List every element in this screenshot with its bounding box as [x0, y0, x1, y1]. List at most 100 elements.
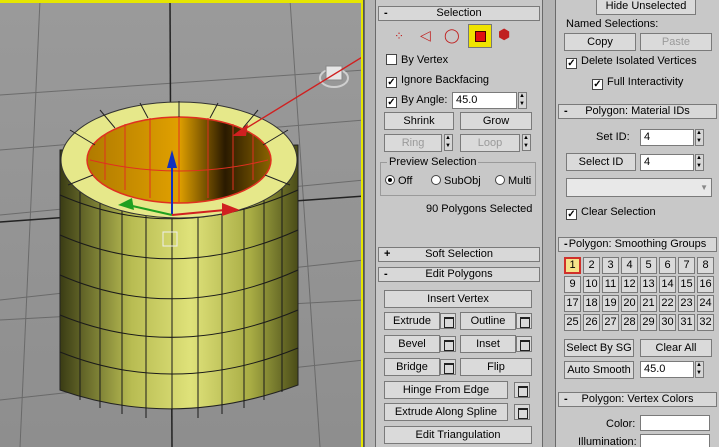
edit-triangulation-button[interactable]: Edit Triangulation [384, 426, 532, 444]
extrude-button[interactable]: Extrude [384, 312, 440, 330]
smoothing-group-button[interactable]: 3 [602, 257, 619, 274]
rollout-title: Polygon: Vertex Colors [581, 393, 694, 405]
by-angle-field[interactable]: 45.0 [452, 92, 517, 109]
rollout-material-ids-header[interactable]: - Polygon: Material IDs [558, 104, 717, 119]
insert-vertex-button[interactable]: Insert Vertex [384, 290, 532, 308]
rollout-vertex-colors-header[interactable]: - Polygon: Vertex Colors [558, 392, 717, 407]
clear-selection-checkbox[interactable]: ✓ Clear Selection [566, 206, 656, 220]
extrude-spline-settings-button[interactable] [514, 404, 530, 420]
smoothing-group-button[interactable]: 21 [640, 295, 657, 312]
command-panel-right-column: Hide Unselected Named Selections: Copy P… [556, 0, 719, 447]
color-swatch[interactable] [640, 415, 710, 431]
smoothing-group-button[interactable]: 27 [602, 314, 619, 331]
bridge-settings-button[interactable] [440, 359, 456, 375]
command-panel-scrollbar[interactable] [364, 0, 376, 447]
smoothing-group-button[interactable]: 26 [583, 314, 600, 331]
by-angle-spinner[interactable] [518, 92, 527, 109]
smoothing-group-button[interactable]: 14 [659, 276, 676, 293]
rollout-edit-polygons-header[interactable]: - Edit Polygons [378, 267, 540, 282]
smoothing-group-button[interactable]: 7 [678, 257, 695, 274]
preview-selection-group: Preview Selection Off SubObj Multi [380, 156, 536, 196]
ring-button[interactable]: Ring [384, 134, 442, 152]
clear-all-button[interactable]: Clear All [640, 339, 712, 357]
command-panel-left-column: - Selection ⁘ ◁ ◯ ⬢ By Vertex ✓ Ignore Bac… [376, 0, 542, 447]
smoothing-group-button[interactable]: 4 [621, 257, 638, 274]
smoothing-group-button[interactable]: 10 [583, 276, 600, 293]
smoothing-group-button[interactable]: 31 [678, 314, 695, 331]
smoothing-group-button[interactable]: 11 [602, 276, 619, 293]
inset-settings-button[interactable] [516, 336, 532, 352]
smoothing-group-button[interactable]: 2 [583, 257, 600, 274]
smoothing-group-button[interactable]: 32 [697, 314, 714, 331]
loop-spinner[interactable] [522, 134, 531, 151]
by-angle-checkbox[interactable]: ✓ By Angle: [386, 94, 447, 108]
ignore-backfacing-checkbox[interactable]: ✓ Ignore Backfacing [386, 74, 489, 88]
inset-button[interactable]: Inset [460, 335, 516, 353]
smoothing-group-button[interactable]: 17 [564, 295, 581, 312]
set-id-spinner[interactable] [695, 129, 704, 146]
smoothing-group-button[interactable]: 6 [659, 257, 676, 274]
shrink-button[interactable]: Shrink [384, 112, 454, 130]
select-by-sg-button[interactable]: Select By SG [564, 339, 634, 357]
delete-isolated-checkbox[interactable]: ✓ Delete Isolated Vertices [566, 55, 697, 69]
smoothing-group-button[interactable]: 29 [640, 314, 657, 331]
smoothing-group-button[interactable]: 19 [602, 295, 619, 312]
auto-smooth-button[interactable]: Auto Smooth [564, 361, 634, 379]
smoothing-group-button[interactable]: 18 [583, 295, 600, 312]
preview-multi-radio[interactable]: Multi [495, 175, 531, 187]
set-id-field[interactable]: 4 [640, 129, 694, 146]
outline-settings-button[interactable] [516, 313, 532, 329]
bevel-button[interactable]: Bevel [384, 335, 440, 353]
auto-smooth-field[interactable]: 45.0 [640, 361, 694, 378]
rollout-soft-selection-header[interactable]: + Soft Selection [378, 247, 540, 262]
smoothing-group-button[interactable]: 16 [697, 276, 714, 293]
smoothing-group-button[interactable]: 28 [621, 314, 638, 331]
smoothing-group-button[interactable]: 9 [564, 276, 581, 293]
smoothing-group-button[interactable]: 12 [621, 276, 638, 293]
grow-button[interactable]: Grow [460, 112, 532, 130]
vertex-mode-icon[interactable]: ⁘ [394, 29, 404, 43]
smoothing-group-button[interactable]: 24 [697, 295, 714, 312]
smoothing-group-button[interactable]: 13 [640, 276, 657, 293]
preview-subobj-radio[interactable]: SubObj [431, 175, 481, 187]
polygon-mode-icon[interactable] [468, 24, 492, 48]
paste-button[interactable]: Paste [640, 33, 712, 51]
copy-button[interactable]: Copy [564, 33, 636, 51]
extrude-settings-button[interactable] [440, 313, 456, 329]
edge-mode-icon[interactable]: ◁ [420, 27, 431, 44]
preview-off-radio[interactable]: Off [385, 175, 412, 187]
hinge-settings-button[interactable] [514, 382, 530, 398]
auto-smooth-spinner[interactable] [695, 361, 704, 378]
smoothing-group-button[interactable]: 5 [640, 257, 657, 274]
hinge-from-edge-button[interactable]: Hinge From Edge [384, 381, 508, 399]
extrude-along-spline-button[interactable]: Extrude Along Spline [384, 403, 508, 421]
border-mode-icon[interactable]: ◯ [444, 27, 460, 44]
element-mode-icon[interactable]: ⬢ [498, 26, 510, 43]
bridge-button[interactable]: Bridge [384, 358, 440, 376]
smoothing-group-button[interactable]: 15 [678, 276, 695, 293]
rollout-smoothing-groups-header[interactable]: - Polygon: Smoothing Groups [558, 237, 717, 252]
select-id-field[interactable]: 4 [640, 154, 694, 171]
loop-button[interactable]: Loop [460, 134, 520, 152]
smoothing-group-button[interactable]: 25 [564, 314, 581, 331]
ring-spinner[interactable] [444, 134, 453, 151]
smoothing-group-button[interactable]: 23 [678, 295, 695, 312]
viewport-perspective[interactable] [0, 0, 364, 447]
smoothing-group-button[interactable]: 1 [564, 257, 581, 274]
bevel-settings-button[interactable] [440, 336, 456, 352]
select-id-button[interactable]: Select ID [566, 153, 636, 171]
illumination-swatch[interactable] [640, 434, 710, 447]
flip-button[interactable]: Flip [460, 358, 532, 376]
select-id-spinner[interactable] [695, 154, 704, 171]
hide-unselected-button[interactable]: Hide Unselected [596, 0, 696, 15]
smoothing-group-button[interactable]: 30 [659, 314, 676, 331]
by-vertex-checkbox[interactable]: By Vertex [386, 54, 448, 66]
smoothing-group-button[interactable]: 20 [621, 295, 638, 312]
material-name-dropdown[interactable]: ▼ [566, 178, 712, 197]
smoothing-group-button[interactable]: 8 [697, 257, 714, 274]
rollout-selection-header[interactable]: - Selection [378, 6, 540, 21]
smoothing-group-button[interactable]: 22 [659, 295, 676, 312]
full-interactivity-checkbox[interactable]: ✓ Full Interactivity [592, 76, 683, 90]
command-panel-scrollbar-2[interactable] [542, 0, 556, 447]
outline-button[interactable]: Outline [460, 312, 516, 330]
